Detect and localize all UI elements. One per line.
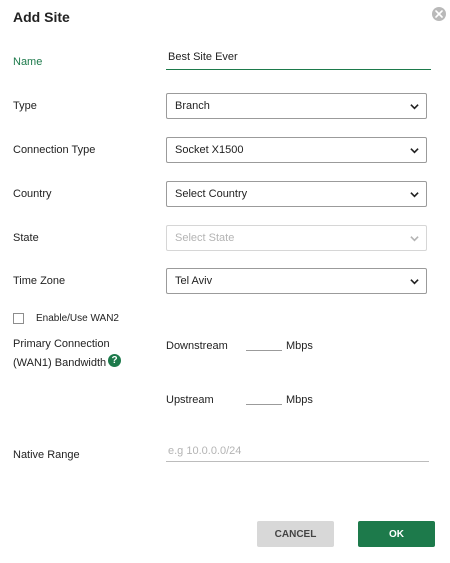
name-input[interactable]: Best Site Ever bbox=[166, 51, 431, 70]
time-zone-value: Tel Aviv bbox=[175, 275, 213, 287]
time-zone-select[interactable]: Tel Aviv bbox=[166, 268, 427, 294]
downstream-label: Downstream bbox=[166, 340, 228, 352]
chevron-down-icon bbox=[410, 279, 419, 285]
upstream-input[interactable] bbox=[246, 392, 282, 405]
close-icon[interactable] bbox=[432, 7, 446, 21]
bandwidth-label-line1: Primary Connection bbox=[13, 338, 110, 350]
native-range-input[interactable]: e.g 10.0.0.0/24 bbox=[166, 445, 429, 462]
ok-button[interactable]: OK bbox=[358, 521, 435, 547]
type-select-value: Branch bbox=[175, 100, 210, 112]
downstream-input[interactable] bbox=[246, 338, 282, 351]
time-zone-label: Time Zone bbox=[13, 275, 66, 287]
chevron-down-icon bbox=[410, 104, 419, 110]
type-select[interactable]: Branch bbox=[166, 93, 427, 119]
enable-wan2-label: Enable/Use WAN2 bbox=[36, 313, 119, 324]
dialog-title: Add Site bbox=[13, 9, 70, 25]
name-label: Name bbox=[13, 56, 43, 68]
chevron-down-icon bbox=[410, 192, 419, 198]
upstream-unit: Mbps bbox=[286, 394, 313, 406]
state-select: Select State bbox=[166, 225, 427, 251]
country-value: Select Country bbox=[175, 188, 248, 200]
connection-type-label: Connection Type bbox=[13, 144, 96, 156]
chevron-down-icon bbox=[410, 148, 419, 154]
state-value: Select State bbox=[175, 232, 235, 244]
type-label: Type bbox=[13, 100, 37, 112]
upstream-label: Upstream bbox=[166, 394, 214, 406]
connection-type-value: Socket X1500 bbox=[175, 144, 244, 156]
connection-type-select[interactable]: Socket X1500 bbox=[166, 137, 427, 163]
state-label: State bbox=[13, 232, 39, 244]
enable-wan2-checkbox[interactable] bbox=[13, 313, 24, 324]
help-icon[interactable]: ? bbox=[108, 354, 121, 367]
country-select[interactable]: Select Country bbox=[166, 181, 427, 207]
country-label: Country bbox=[13, 188, 52, 200]
native-range-label: Native Range bbox=[13, 449, 80, 461]
cancel-button[interactable]: CANCEL bbox=[257, 521, 334, 547]
chevron-down-icon bbox=[410, 236, 419, 242]
bandwidth-label-line2: (WAN1) Bandwidth bbox=[13, 357, 107, 369]
downstream-unit: Mbps bbox=[286, 340, 313, 352]
